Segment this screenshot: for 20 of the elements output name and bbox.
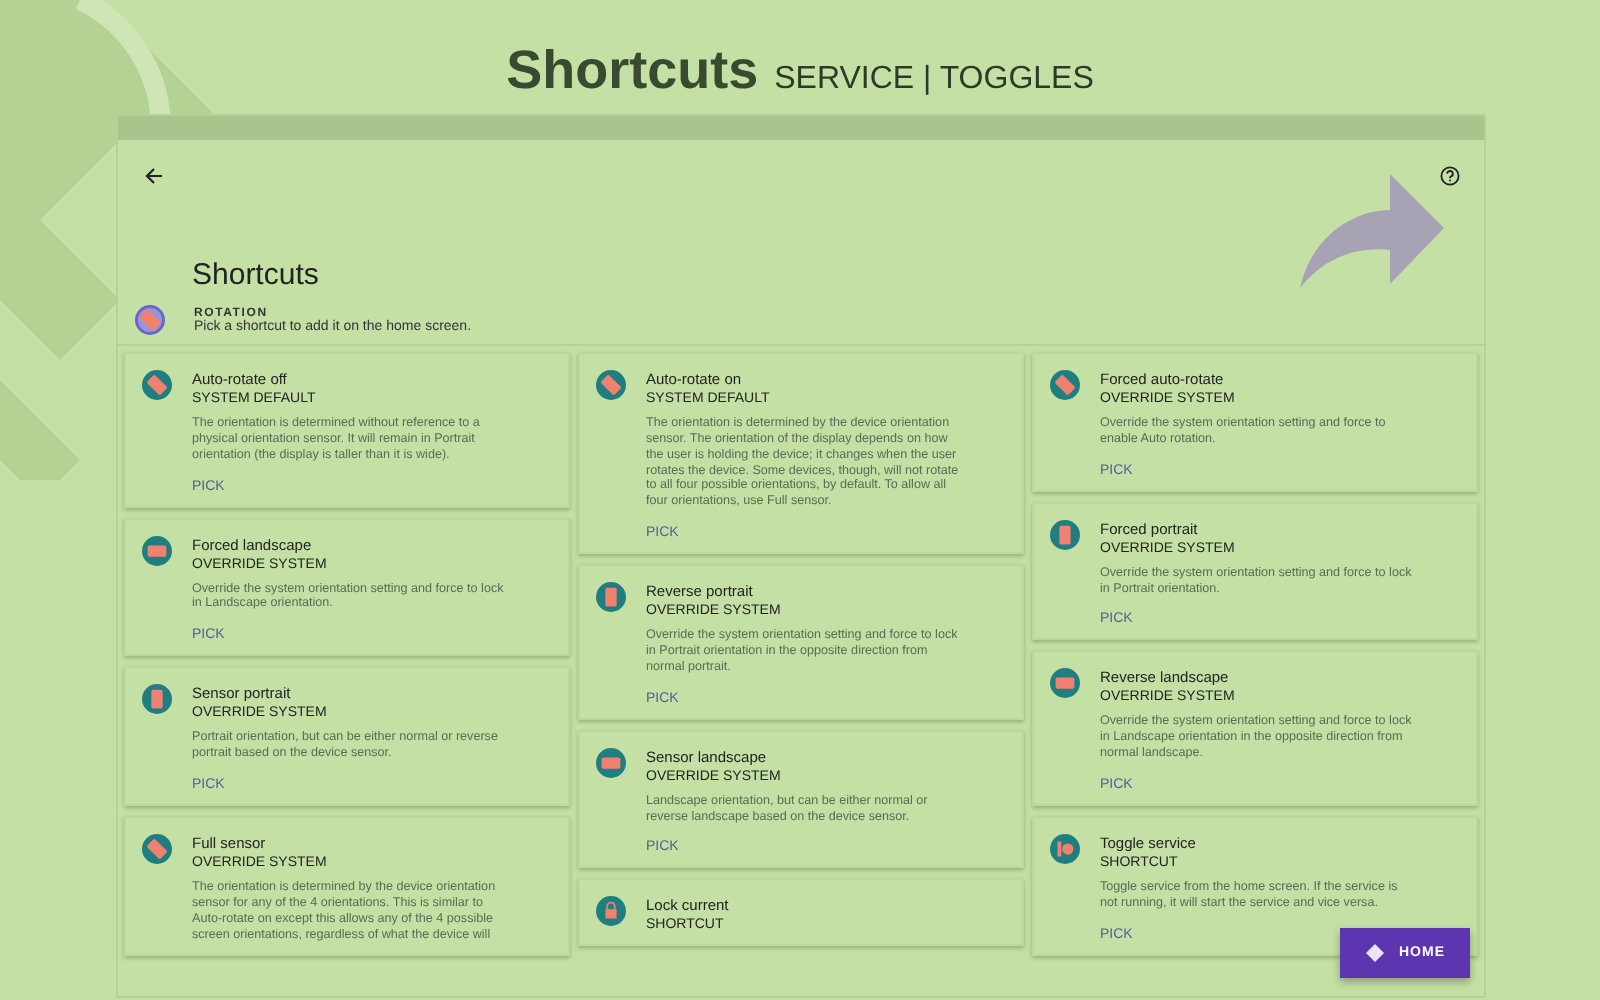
phone-icon (142, 535, 172, 566)
phone-icon (1050, 370, 1080, 400)
phone-icon (1050, 519, 1080, 550)
phone-icon (142, 684, 172, 715)
phone-icon (142, 834, 172, 865)
curved-arrow-drawing (1300, 174, 1444, 290)
panel-title: Shortcuts (192, 258, 319, 292)
phone-icon (596, 747, 626, 778)
lock-icon (596, 896, 626, 927)
back-icon[interactable] (144, 166, 164, 186)
rotation-icon (134, 304, 166, 336)
help-icon[interactable] (1440, 166, 1460, 186)
phone-icon (596, 370, 626, 400)
diamond-icon (1365, 944, 1383, 962)
page-subtitle: SERVICE | TOGGLES (774, 62, 1094, 98)
page-title: Shortcuts (506, 40, 759, 102)
toggle-icon (1050, 834, 1080, 865)
phone-icon (142, 370, 172, 400)
phone-icon (596, 582, 626, 613)
phone-icon (1050, 668, 1080, 699)
